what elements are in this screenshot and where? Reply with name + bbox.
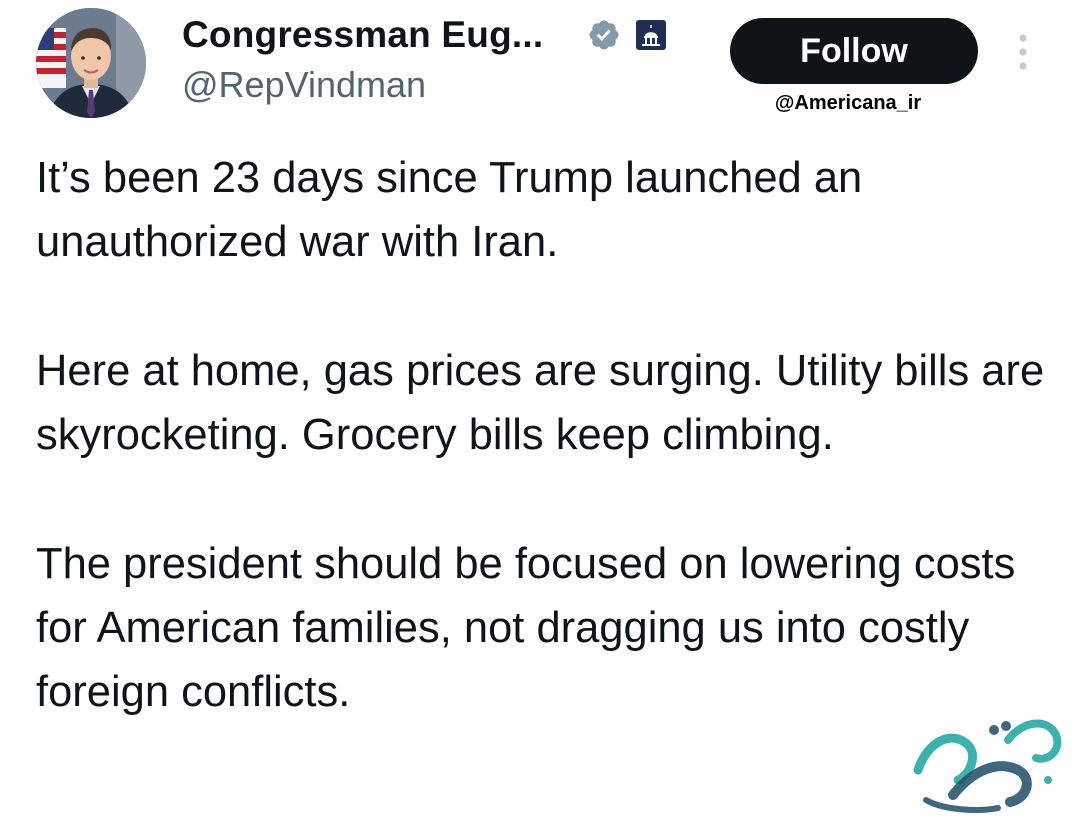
avatar-photo-icon — [36, 8, 146, 118]
calligraphy-logo-icon — [913, 719, 1062, 813]
author-handle[interactable]: @RepVindman — [182, 64, 426, 106]
watermark-handle: @Americana_ir — [774, 92, 922, 114]
verified-badge-icon — [589, 20, 619, 50]
tweet-card: Congressman Eug... @RepVindman Follow @A… — [0, 0, 1080, 832]
follow-button[interactable]: Follow — [730, 18, 978, 84]
tweet-paragraph: The president should be focused on lower… — [36, 540, 1016, 716]
capitol-building-icon — [636, 20, 666, 50]
more-vertical-icon[interactable] — [1010, 32, 1036, 72]
tweet-text: It’s been 23 days since Trump launched a… — [36, 146, 1066, 724]
tweet-paragraph: It’s been 23 days since Trump launched a… — [36, 154, 863, 266]
tweet-paragraph: Here at home, gas prices are surging. Ut… — [36, 347, 1045, 459]
author-display-name[interactable]: Congressman Eug... — [182, 14, 543, 56]
avatar[interactable] — [36, 8, 146, 118]
